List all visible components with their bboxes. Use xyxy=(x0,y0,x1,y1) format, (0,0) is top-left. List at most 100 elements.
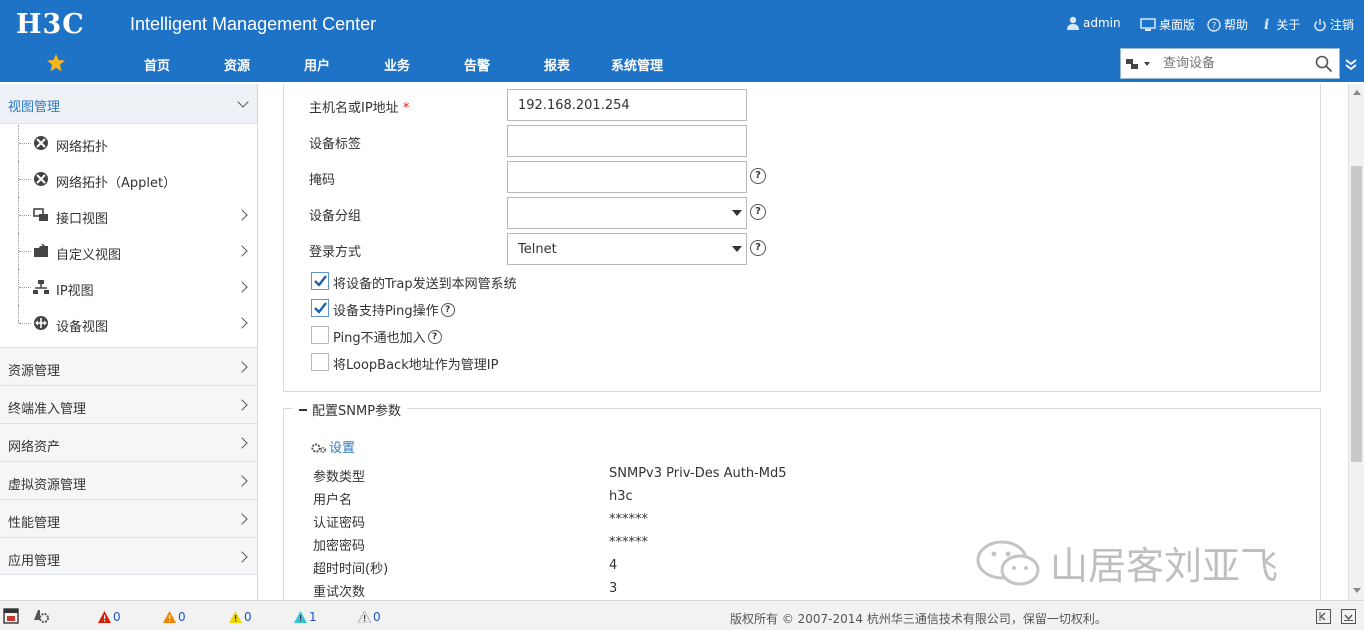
sidebar-item-topology[interactable]: 网络拓扑 xyxy=(0,125,257,161)
sidebar-section-resource-management[interactable]: 资源管理 xyxy=(0,347,257,385)
major-alarm-count[interactable]: 0 xyxy=(163,610,186,624)
device-icon xyxy=(34,316,48,330)
required-mark: * xyxy=(402,101,410,116)
nav-user[interactable]: 用户 xyxy=(304,55,330,74)
help-icon[interactable]: ? xyxy=(750,240,766,256)
sidebar-item-ip-view[interactable]: IP视图 xyxy=(0,269,257,305)
gear-icon xyxy=(311,442,327,453)
sidebar-item-label: 网络拓扑（Applet） xyxy=(56,176,177,191)
info-icon: i xyxy=(1264,16,1270,33)
snmp-panel-legend[interactable]: 配置SNMP参数 xyxy=(293,400,408,419)
chevron-right-icon xyxy=(236,317,248,329)
topology-icon xyxy=(34,172,48,186)
device-tag-label: 设备标签 xyxy=(309,137,362,152)
sidebar-item-custom-view[interactable]: 自定义视图 xyxy=(0,233,257,269)
favorites-star-icon[interactable] xyxy=(46,53,66,73)
sidebar-section-virtual-resources[interactable]: 虚拟资源管理 xyxy=(0,461,257,499)
search-input[interactable] xyxy=(1161,55,1315,72)
alarm-settings-icon[interactable] xyxy=(32,608,50,624)
nav-resource[interactable]: 资源 xyxy=(224,55,250,74)
nav-report[interactable]: 报表 xyxy=(544,55,570,74)
scroll-down-icon[interactable] xyxy=(1353,588,1361,593)
user-menu[interactable]: admin xyxy=(1066,16,1121,30)
sidebar-item-label: 设备视图 xyxy=(56,320,109,335)
desktop-label: 桌面版 xyxy=(1159,18,1196,32)
sidebar-section-network-assets[interactable]: 网络资产 xyxy=(0,423,257,461)
power-icon xyxy=(1314,18,1326,31)
sidebar-section-label: 终端准入管理 xyxy=(8,402,87,417)
mask-input[interactable] xyxy=(507,161,747,193)
priv-password-value: ****** xyxy=(609,535,648,550)
critical-alarm-count[interactable]: 0 xyxy=(98,610,121,624)
nav-alarm[interactable]: 告警 xyxy=(464,55,490,74)
collapse-left-icon[interactable] xyxy=(1316,609,1331,624)
username-label: 用户名 xyxy=(313,493,353,508)
alarm-triangle-icon xyxy=(294,611,307,623)
sidebar: 视图管理 网络拓扑 网络拓扑（Applet） 接口视图 自定义视图 IP视图 设… xyxy=(0,84,258,600)
logout-link[interactable]: 注销 xyxy=(1313,16,1354,33)
priv-password-label: 加密密码 xyxy=(313,539,366,554)
alarm-triangle-icon xyxy=(98,611,111,623)
minor-alarm-count[interactable]: 0 xyxy=(229,610,252,624)
info-alarm-count[interactable]: 0 xyxy=(358,610,381,624)
trap-checkbox[interactable] xyxy=(311,272,329,290)
double-chevron-down-icon[interactable] xyxy=(1345,58,1357,72)
scroll-thumb[interactable] xyxy=(1351,166,1362,462)
dropdown-caret-icon xyxy=(1144,62,1150,66)
about-link[interactable]: i 关于 xyxy=(1264,16,1300,33)
group-label: 设备分组 xyxy=(309,209,362,224)
sidebar-section-view-management[interactable]: 视图管理 xyxy=(0,84,257,124)
auth-password-value: ****** xyxy=(609,512,648,527)
ping-checkbox[interactable] xyxy=(311,299,329,317)
loopback-checkbox-label: 将LoopBack地址作为管理IP xyxy=(333,358,499,373)
scroll-up-icon[interactable] xyxy=(1353,90,1361,95)
nav-service[interactable]: 业务 xyxy=(384,55,410,74)
check-icon xyxy=(314,275,327,287)
vertical-scrollbar[interactable] xyxy=(1348,84,1364,600)
host-input[interactable]: 192.168.201.254 xyxy=(507,89,747,121)
app-title: Intelligent Management Center xyxy=(130,14,377,34)
check-icon xyxy=(314,302,327,314)
desktop-icon xyxy=(1140,17,1156,31)
watermark-text: 山居客刘亚飞 xyxy=(1050,544,1279,588)
chevron-right-icon xyxy=(236,551,248,563)
desktop-link[interactable]: 桌面版 xyxy=(1140,16,1195,33)
group-select[interactable] xyxy=(507,197,747,229)
window-icon[interactable] xyxy=(3,608,19,624)
chevron-right-icon xyxy=(236,437,248,449)
collapse-down-icon[interactable] xyxy=(1341,609,1356,624)
help-link[interactable]: ? 帮助 xyxy=(1207,16,1248,33)
sidebar-section-application[interactable]: 应用管理 xyxy=(0,537,257,575)
snmp-settings-link[interactable]: 设置 xyxy=(311,437,355,456)
sidebar-section-label: 应用管理 xyxy=(8,554,61,569)
nav-home[interactable]: 首页 xyxy=(144,55,170,74)
dropdown-caret-icon xyxy=(732,210,742,216)
search-type-dropdown[interactable] xyxy=(1125,57,1150,71)
device-tag-input[interactable] xyxy=(507,125,747,157)
help-icon[interactable]: ? xyxy=(427,329,442,344)
chevron-right-icon xyxy=(236,245,248,257)
sidebar-section-label: 性能管理 xyxy=(8,516,61,531)
sidebar-item-interface-view[interactable]: 接口视图 xyxy=(0,197,257,233)
loopback-checkbox[interactable] xyxy=(311,353,329,371)
help-label: 帮助 xyxy=(1224,18,1249,32)
nav-system[interactable]: 系统管理 xyxy=(611,55,663,74)
sidebar-section-performance[interactable]: 性能管理 xyxy=(0,499,257,537)
chevron-right-icon xyxy=(236,361,248,373)
trap-checkbox-label: 将设备的Trap发送到本网管系统 xyxy=(333,277,517,292)
login-method-select[interactable]: Telnet xyxy=(507,233,747,265)
help-icon[interactable]: ? xyxy=(750,168,766,184)
sidebar-section-access-management[interactable]: 终端准入管理 xyxy=(0,385,257,423)
warning-alarm-count[interactable]: 1 xyxy=(294,610,317,624)
logout-label: 注销 xyxy=(1330,18,1355,32)
help-icon[interactable]: ? xyxy=(750,204,766,220)
wechat-logo-icon xyxy=(976,540,1040,585)
user-name: admin xyxy=(1083,16,1121,30)
h3c-logo: H3C xyxy=(16,9,85,40)
sidebar-item-device-view[interactable]: 设备视图 xyxy=(0,305,257,341)
sidebar-item-topology-applet[interactable]: 网络拓扑（Applet） xyxy=(0,161,257,197)
retries-label: 重试次数 xyxy=(313,585,366,600)
ping-fail-join-checkbox[interactable] xyxy=(311,326,329,344)
help-icon[interactable]: ? xyxy=(440,302,455,317)
search-icon[interactable] xyxy=(1315,55,1333,73)
